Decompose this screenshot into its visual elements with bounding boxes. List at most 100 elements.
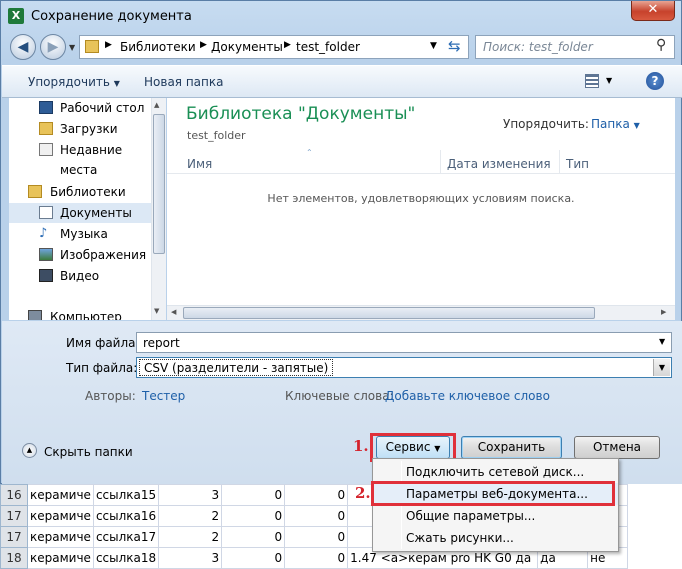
tools-button[interactable]: Сервис ▼ bbox=[376, 436, 450, 459]
cell[interactable]: 0 bbox=[284, 484, 349, 506]
search-placeholder: Поиск: test_folder bbox=[483, 40, 593, 54]
desktop-icon bbox=[39, 101, 53, 114]
cell[interactable]: ссылка15 bbox=[92, 484, 160, 506]
sidebar-item-computer[interactable]: Компьютер bbox=[9, 307, 151, 320]
authors-field[interactable]: Тестер bbox=[142, 389, 185, 403]
column-divider[interactable] bbox=[440, 150, 441, 174]
breadcrumb-test-folder[interactable]: test_folder bbox=[296, 40, 360, 54]
view-options-icon[interactable] bbox=[585, 74, 599, 88]
sidebar-item-label: Библиотеки bbox=[50, 185, 126, 199]
authors-label: Авторы: bbox=[85, 389, 136, 403]
menu-item-map-network-drive[interactable]: Подключить сетевой диск... bbox=[373, 461, 618, 483]
sidebar-item-libraries[interactable]: Библиотеки bbox=[9, 182, 151, 202]
cell[interactable]: керамиче bbox=[27, 484, 94, 506]
filename-field[interactable]: report ▼ bbox=[136, 332, 672, 353]
sidebar-item-label: Музыка bbox=[60, 227, 108, 241]
scrollbar-thumb[interactable] bbox=[183, 307, 595, 319]
scrollbar-thumb[interactable] bbox=[153, 114, 165, 254]
keywords-field[interactable]: Добавьте ключевое слово bbox=[385, 389, 550, 403]
horizontal-scrollbar[interactable]: ◀ ▶ bbox=[167, 305, 675, 320]
sidebar-item-music[interactable]: ♪ Музыка bbox=[9, 224, 151, 244]
breadcrumb-documents[interactable]: Документы bbox=[211, 40, 283, 54]
cell[interactable]: керамиче bbox=[27, 505, 94, 527]
help-icon[interactable]: ? bbox=[646, 72, 664, 90]
cell[interactable]: 3 bbox=[158, 547, 223, 569]
organize-menu[interactable]: Упорядочить ▼ bbox=[28, 75, 120, 89]
cell[interactable]: 0 bbox=[284, 547, 349, 569]
scroll-down-icon[interactable]: ▼ bbox=[154, 307, 159, 315]
menu-item-compress-pictures[interactable]: Сжать рисунки... bbox=[373, 527, 618, 549]
tools-label: Сервис bbox=[385, 440, 431, 454]
cell[interactable]: керамиче bbox=[27, 547, 94, 569]
address-bar[interactable]: ▶ Библиотеки ▶ Документы ▶ test_folder ▼… bbox=[79, 35, 469, 59]
cell[interactable]: 0 bbox=[221, 505, 286, 527]
sidebar-item-downloads[interactable]: Загрузки bbox=[9, 119, 151, 139]
scroll-left-icon[interactable]: ◀ bbox=[171, 308, 176, 316]
sidebar-item-label: Видео bbox=[60, 269, 100, 283]
chevron-down-icon: ▼ bbox=[633, 121, 640, 130]
cell[interactable]: ссылка16 bbox=[92, 505, 160, 527]
column-header-row: ⌃ Имя Дата изменения Тип bbox=[167, 148, 675, 174]
cell[interactable]: 0 bbox=[221, 484, 286, 506]
cell[interactable]: 3 bbox=[158, 484, 223, 506]
arrange-dropdown[interactable]: Папка ▼ bbox=[591, 117, 640, 131]
sidebar-item-video[interactable]: Видео bbox=[9, 266, 151, 286]
filename-dropdown-icon[interactable]: ▼ bbox=[659, 337, 665, 346]
sidebar-item-desktop[interactable]: Рабочий стол bbox=[9, 98, 151, 118]
breadcrumb-separator-icon: ▶ bbox=[105, 40, 112, 50]
row-header[interactable]: 16 bbox=[0, 484, 28, 506]
breadcrumb-separator-icon: ▶ bbox=[200, 40, 207, 50]
cell[interactable]: 0 bbox=[284, 505, 349, 527]
keywords-label: Ключевые слова: bbox=[285, 389, 394, 403]
search-input[interactable]: Поиск: test_folder ⚲ bbox=[475, 35, 675, 59]
row-header[interactable]: 18 bbox=[0, 547, 28, 569]
cell[interactable]: 0 bbox=[221, 547, 286, 569]
refresh-icon[interactable]: ⇆ bbox=[448, 37, 461, 55]
cell[interactable]: 2 bbox=[158, 526, 223, 548]
menu-item-general-options[interactable]: Общие параметры... bbox=[373, 505, 618, 527]
forward-button[interactable]: ▶ bbox=[40, 34, 66, 60]
close-button[interactable]: ✕ bbox=[631, 1, 675, 21]
chevron-up-icon[interactable]: ▲ bbox=[22, 443, 37, 458]
cell[interactable]: 0 bbox=[284, 526, 349, 548]
cell[interactable]: керамиче bbox=[27, 526, 94, 548]
recent-pages-chevron-icon[interactable]: ▼ bbox=[69, 43, 75, 52]
cell[interactable]: 2 bbox=[158, 505, 223, 527]
column-date-modified[interactable]: Дата изменения bbox=[447, 157, 551, 171]
row-header[interactable]: 17 bbox=[0, 526, 28, 548]
sidebar-item-documents[interactable]: Документы bbox=[9, 203, 151, 223]
column-type[interactable]: Тип bbox=[566, 157, 589, 171]
sidebar-item-pictures[interactable]: Изображения bbox=[9, 245, 151, 265]
sidebar-scrollbar[interactable]: ▲ ▼ bbox=[151, 98, 166, 320]
search-icon[interactable]: ⚲ bbox=[656, 37, 666, 53]
cancel-button[interactable]: Отмена bbox=[574, 436, 660, 459]
save-button[interactable]: Сохранить bbox=[461, 436, 562, 459]
filetype-label: Тип файла: bbox=[66, 361, 138, 375]
row-header[interactable]: 17 bbox=[0, 505, 28, 527]
sidebar-item-recent-places[interactable]: Недавние места bbox=[9, 140, 151, 177]
address-dropdown-icon[interactable]: ▼ bbox=[430, 41, 437, 51]
filetype-dropdown-icon[interactable]: ▼ bbox=[653, 359, 670, 376]
column-name[interactable]: Имя bbox=[187, 157, 212, 171]
annotation-marker-2: 2. bbox=[355, 484, 371, 502]
file-list-pane: Библиотека "Документы" test_folder Упоря… bbox=[167, 98, 675, 320]
back-button[interactable]: ◀ bbox=[10, 34, 36, 60]
breadcrumb-libraries[interactable]: Библиотеки bbox=[120, 40, 196, 54]
cell[interactable]: 0 bbox=[221, 526, 286, 548]
filetype-select[interactable]: CSV (разделители - запятые) ▼ bbox=[136, 357, 672, 378]
cell[interactable]: ссылка18 bbox=[92, 547, 160, 569]
sidebar-item-label: Рабочий стол bbox=[60, 101, 145, 115]
scroll-right-icon[interactable]: ▶ bbox=[661, 308, 666, 316]
save-dialog: X Сохранение документа ✕ ◀ ▶ ▼ ▶ Библиот… bbox=[0, 0, 682, 485]
scroll-up-icon[interactable]: ▲ bbox=[154, 101, 159, 109]
folder-icon bbox=[85, 40, 99, 53]
sidebar-item-label: Компьютер bbox=[50, 310, 122, 320]
view-chevron-down-icon[interactable]: ▼ bbox=[606, 76, 612, 85]
sidebar-item-label: Изображения bbox=[60, 248, 147, 262]
hide-folders-button[interactable]: Скрыть папки bbox=[44, 445, 133, 459]
new-folder-button[interactable]: Новая папка bbox=[144, 75, 223, 89]
chevron-down-icon: ▼ bbox=[434, 444, 441, 453]
cell[interactable]: ссылка17 bbox=[92, 526, 160, 548]
column-divider[interactable] bbox=[559, 150, 560, 174]
navigation-pane: Рабочий стол Загрузки Недавние места Биб… bbox=[9, 98, 166, 320]
